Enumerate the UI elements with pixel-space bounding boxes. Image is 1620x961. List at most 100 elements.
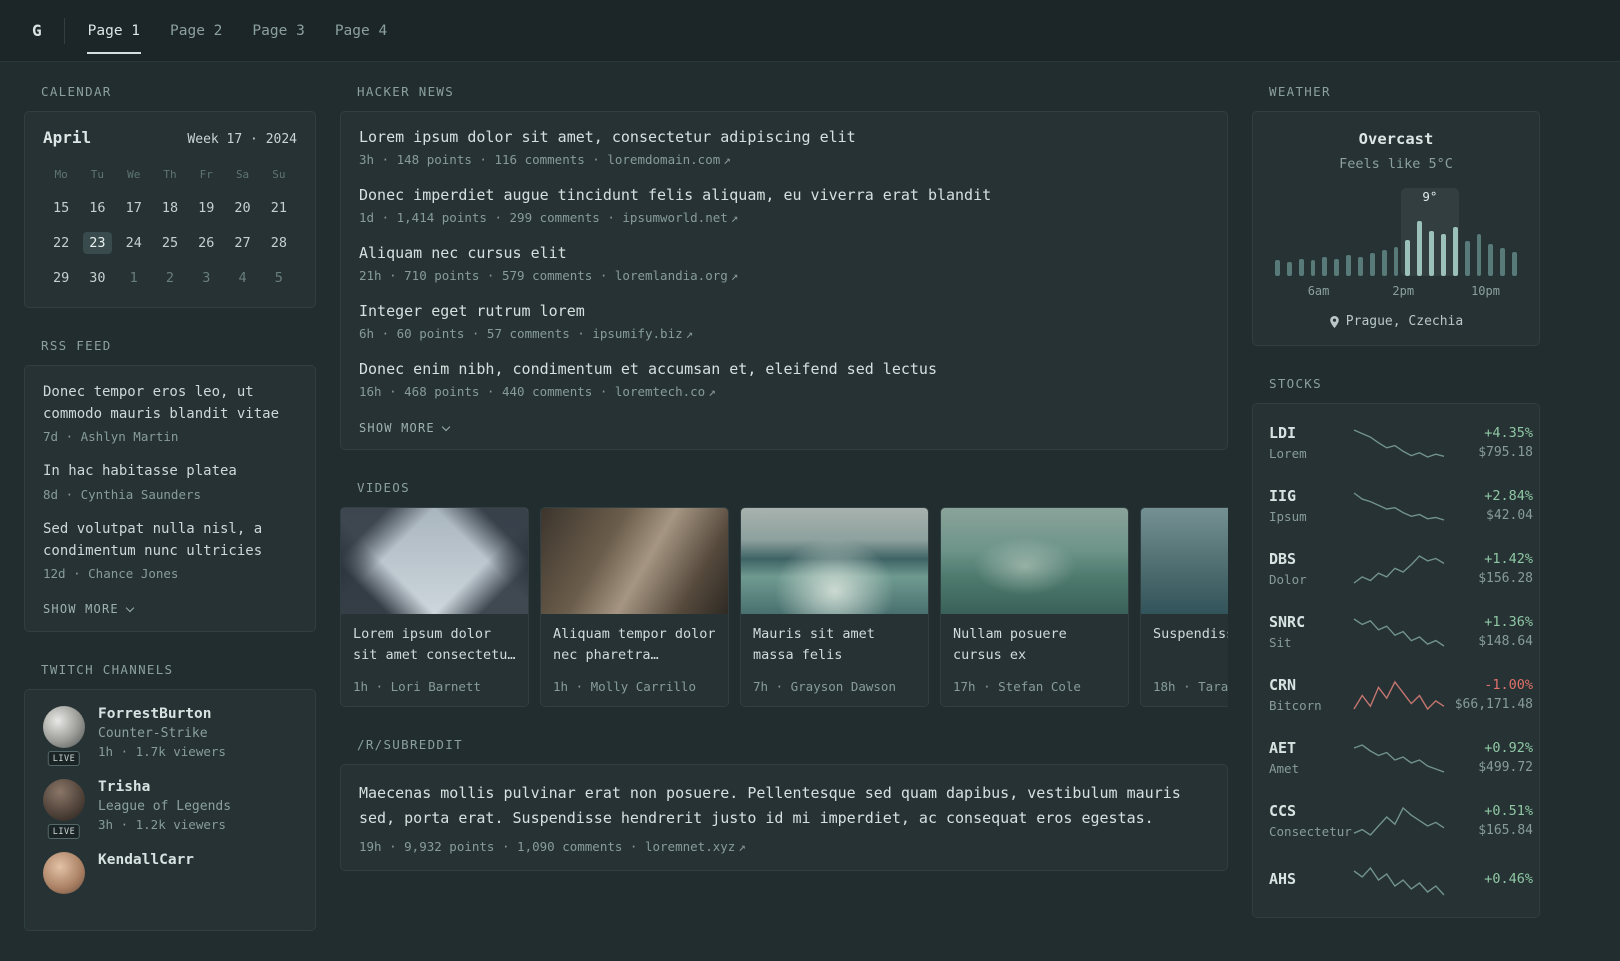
stock-values: -1.00% $66,171.48 bbox=[1445, 677, 1533, 712]
weekday-label: Su bbox=[272, 168, 286, 181]
twitch-channel[interactable]: LIVE ForrestBurton Counter-Strike 1h · 1… bbox=[43, 706, 297, 767]
stock-change: +4.35% bbox=[1484, 425, 1533, 441]
stock-row[interactable]: AHS +0.46% bbox=[1269, 852, 1533, 910]
story-title[interactable]: Donec enim nibh, condimentum et accumsan… bbox=[359, 359, 1209, 380]
stock-row[interactable]: DBS Dolor +1.42% $156.28 bbox=[1269, 537, 1533, 600]
chevron-down-icon bbox=[125, 603, 135, 613]
temperature-bar bbox=[1275, 259, 1280, 276]
calendar-day-next-month: 3 bbox=[202, 270, 211, 286]
rss-item-title[interactable]: In hac habitasse platea bbox=[43, 461, 297, 483]
story-domain-link[interactable]: loremtech.co bbox=[615, 384, 705, 399]
stock-change: -1.00% bbox=[1484, 677, 1533, 693]
calendar-day: 27 bbox=[234, 235, 251, 251]
twitch-channel[interactable]: LIVE Trisha League of Legends 3h · 1.2k … bbox=[43, 779, 297, 840]
temperature-bar bbox=[1346, 255, 1352, 276]
video-meta: 18h · Tara bbox=[1153, 679, 1228, 694]
channel-info: KendallCarr bbox=[98, 852, 194, 894]
location-text: Prague, Czechia bbox=[1345, 314, 1464, 329]
video-title: Suspendisse diam bbox=[1153, 626, 1228, 642]
subreddit-section-title: /R/SUBREDDIT bbox=[357, 737, 463, 752]
video-card[interactable]: Nullam posuere cursus ex 17h · Stefan Co… bbox=[940, 507, 1129, 707]
left-column: CALENDAR April Week 17 · 2024 Mo Tu We T… bbox=[24, 84, 316, 961]
hacker-news-show-more-button[interactable]: SHOW MORE bbox=[359, 421, 451, 435]
tab-page-1[interactable]: Page 1 bbox=[86, 20, 142, 54]
post-title[interactable]: Maecenas mollis pulvinar erat non posuer… bbox=[359, 781, 1209, 831]
post-domain-link[interactable]: loremnet.xyz bbox=[645, 839, 735, 854]
stock-name: Ipsum bbox=[1269, 509, 1307, 524]
twitch-section-title: TWITCH CHANNELS bbox=[41, 662, 174, 678]
temperature-bar bbox=[1429, 230, 1435, 276]
live-badge: LIVE bbox=[47, 751, 81, 767]
story-stats: 6h · 60 points · 57 comments · bbox=[359, 326, 585, 341]
tab-page-3[interactable]: Page 3 bbox=[251, 20, 305, 42]
stock-change: +0.92% bbox=[1484, 740, 1533, 756]
app-logo[interactable]: G bbox=[32, 21, 42, 40]
tab-page-2[interactable]: Page 2 bbox=[169, 20, 223, 42]
weather-condition: Overcast bbox=[1358, 130, 1434, 148]
story-title[interactable]: Donec imperdiet augue tincidunt felis al… bbox=[359, 185, 1209, 206]
video-card[interactable]: Lorem ipsum dolor sit amet consectetu… 1… bbox=[340, 507, 529, 707]
channel-name[interactable]: KendallCarr bbox=[98, 852, 194, 868]
stock-row[interactable]: CRN Bitcorn -1.00% $66,171.48 bbox=[1269, 663, 1533, 726]
story-domain-link[interactable]: ipsumworld.net bbox=[622, 210, 727, 225]
story-title[interactable]: Integer eget rutrum lorem bbox=[359, 301, 1209, 322]
story-stats: 1d · 1,414 points · 299 comments · bbox=[359, 210, 615, 225]
story-title[interactable]: Lorem ipsum dolor sit amet, consectetur … bbox=[359, 127, 1209, 148]
story: Integer eget rutrum lorem 6h · 60 points… bbox=[359, 301, 1209, 341]
calendar-day: 20 bbox=[234, 200, 251, 216]
calendar-header: April Week 17 · 2024 bbox=[43, 128, 297, 147]
rss-item[interactable]: Sed volutpat nulla nisl, a condimentum n… bbox=[43, 519, 297, 581]
rss-item-title[interactable]: Sed volutpat nulla nisl, a condimentum n… bbox=[43, 519, 297, 562]
stock-price: $42.04 bbox=[1486, 508, 1533, 523]
stock-symbol: AET bbox=[1269, 739, 1297, 757]
stock-row[interactable]: IIG Ipsum +2.84% $42.04 bbox=[1269, 474, 1533, 537]
video-thumbnail bbox=[741, 508, 928, 614]
story-domain-link[interactable]: ipsumify.biz bbox=[592, 326, 682, 341]
calendar-day: 19 bbox=[198, 200, 215, 216]
calendar-day-next-month: 2 bbox=[165, 270, 175, 286]
temperature-bar bbox=[1488, 244, 1494, 276]
stock-name: Consectetur bbox=[1269, 824, 1352, 839]
post-stats: 19h · 9,932 points · 1,090 comments · bbox=[359, 838, 638, 854]
rss-item[interactable]: In hac habitasse platea 8d · Cynthia Sau… bbox=[43, 461, 297, 502]
channel-info: ForrestBurton Counter-Strike 1h · 1.7k v… bbox=[98, 706, 226, 759]
story-domain-link[interactable]: loremlandia.org bbox=[615, 268, 728, 283]
external-link-icon: ↗ bbox=[730, 210, 739, 225]
story-stats: 21h · 710 points · 579 comments · bbox=[359, 268, 608, 283]
calendar-section-title: CALENDAR bbox=[41, 84, 112, 99]
rss-show-more-button[interactable]: SHOW MORE bbox=[43, 602, 135, 616]
calendar-day: 16 bbox=[89, 200, 106, 216]
stock-price: $156.28 bbox=[1478, 571, 1533, 586]
channel-name[interactable]: ForrestBurton bbox=[98, 706, 226, 722]
stocks-section-title: STOCKS bbox=[1269, 376, 1322, 391]
video-meta: 17h · Stefan Cole bbox=[953, 679, 1081, 694]
channel-game: League of Legends bbox=[98, 799, 232, 815]
stock-price: $66,171.48 bbox=[1454, 697, 1533, 712]
stock-row[interactable]: SNRC Sit +1.36% $148.64 bbox=[1269, 600, 1533, 663]
stock-row[interactable]: LDI Lorem +4.35% $795.18 bbox=[1269, 411, 1533, 474]
rss-item[interactable]: Donec tempor eros leo, ut commodo mauris… bbox=[43, 382, 297, 444]
stock-values: +1.42% $156.28 bbox=[1445, 551, 1533, 586]
video-card[interactable]: Suspendisse diam 18h · Tara bbox=[1140, 507, 1228, 707]
story-title[interactable]: Aliquam nec cursus elit bbox=[359, 243, 1209, 264]
hour-label: 2pm bbox=[1392, 284, 1415, 298]
stock-sparkline bbox=[1353, 805, 1445, 837]
avatar bbox=[43, 706, 85, 749]
stock-row[interactable]: AET Amet +0.92% $499.72 bbox=[1269, 726, 1533, 789]
stock-price: $499.72 bbox=[1478, 760, 1533, 775]
stock-change: +1.36% bbox=[1484, 614, 1533, 630]
stock-price: $148.64 bbox=[1478, 634, 1533, 649]
temperature-bar bbox=[1441, 234, 1446, 276]
twitch-channel[interactable]: KendallCarr bbox=[43, 852, 297, 895]
calendar-day: 30 bbox=[89, 270, 106, 286]
channel-name[interactable]: Trisha bbox=[98, 779, 231, 795]
stock-row[interactable]: CCS Consectetur +0.51% $165.84 bbox=[1269, 789, 1533, 852]
videos-row: Lorem ipsum dolor sit amet consectetu… 1… bbox=[340, 507, 1228, 707]
temperature-bar bbox=[1334, 258, 1340, 276]
video-card[interactable]: Mauris sit amet massa felis 7h · Grayson… bbox=[740, 507, 929, 707]
story-domain-link[interactable]: loremdomain.com bbox=[607, 152, 720, 167]
rss-item-title[interactable]: Donec tempor eros leo, ut commodo mauris… bbox=[43, 382, 297, 425]
video-card[interactable]: Aliquam tempor dolor nec pharetra… 1h · … bbox=[540, 507, 729, 707]
tab-page-4[interactable]: Page 4 bbox=[334, 20, 388, 42]
video-thumbnail bbox=[1141, 508, 1228, 614]
